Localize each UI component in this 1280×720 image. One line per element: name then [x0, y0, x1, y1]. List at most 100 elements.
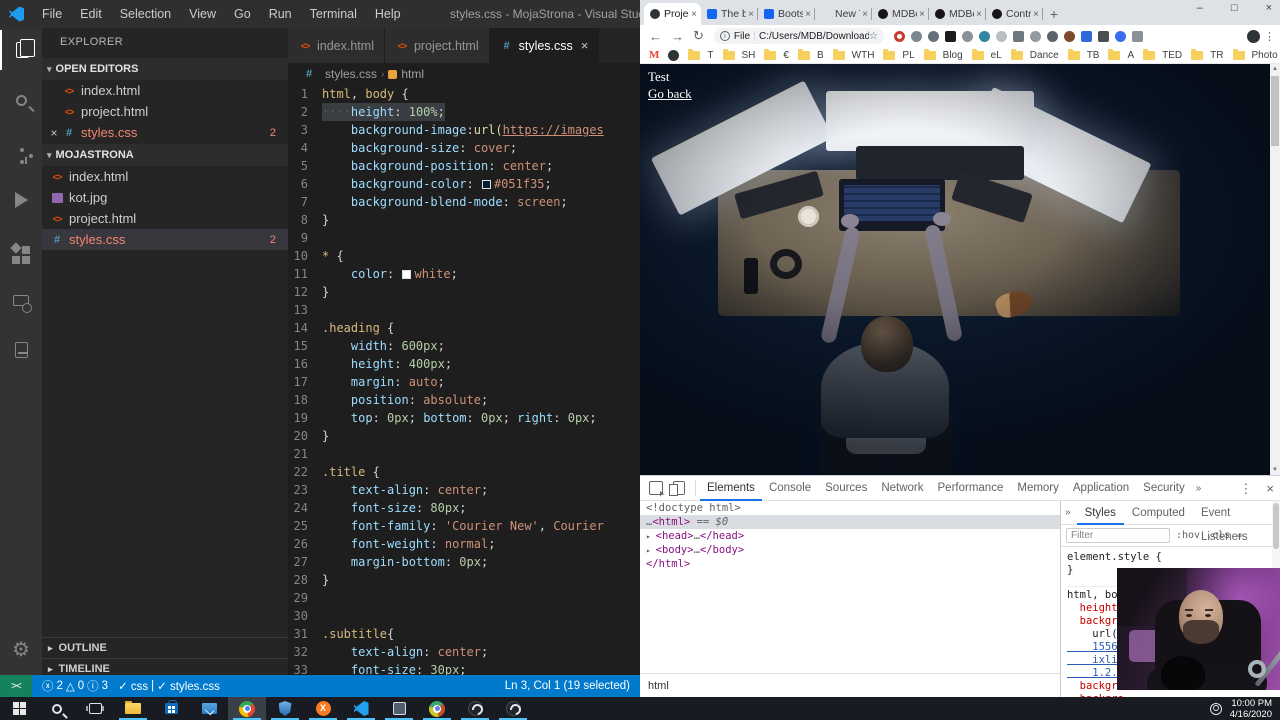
new-style-rule-icon[interactable]: + — [1236, 529, 1243, 543]
extension-icon[interactable] — [979, 31, 990, 42]
extension-icon[interactable] — [928, 31, 939, 42]
close-button[interactable]: × — [1266, 2, 1272, 14]
file-item-styles.css[interactable]: ×#styles.css2 — [42, 122, 288, 143]
taskbar-snip-glass-icon[interactable] — [380, 697, 418, 720]
bookmark-Photo[interactable]: Photo — [1233, 50, 1278, 61]
devtools-tab-console[interactable]: Console — [762, 476, 818, 501]
browser-tab-projekt[interactable]: Projekt× — [644, 3, 701, 25]
bookmark-A[interactable]: A — [1108, 50, 1134, 61]
linter-status[interactable]: ✓ css | ✓ styles.css — [118, 679, 220, 693]
color-swatch[interactable] — [402, 270, 411, 279]
device-toolbar-icon[interactable] — [673, 481, 685, 495]
extension-icon[interactable] — [945, 31, 956, 42]
extension-icon[interactable] — [1064, 31, 1075, 42]
browser-tab-the-be[interactable]: The be× — [701, 3, 758, 25]
scroll-down-arrow[interactable]: ▼ — [1270, 465, 1280, 475]
editor-tab-styles.css[interactable]: #styles.css× — [490, 28, 600, 63]
extension-icon[interactable] — [911, 31, 922, 42]
menu-item-go[interactable]: Go — [226, 3, 259, 25]
taskbar-start-icon[interactable] — [0, 697, 38, 720]
taskbar-mail-icon[interactable] — [190, 697, 228, 720]
bookmark-Blog[interactable]: Blog — [924, 50, 963, 61]
menu-item-view[interactable]: View — [181, 3, 224, 25]
bookmark-Dance[interactable]: Dance — [1011, 50, 1059, 61]
devtools-tabs-overflow[interactable]: » — [1192, 483, 1206, 494]
bookmark-WTH[interactable]: WTH — [833, 50, 875, 61]
tab-close-icon[interactable]: × — [1031, 9, 1039, 20]
reload-button[interactable]: ↻ — [693, 28, 704, 44]
extension-icon[interactable] — [962, 31, 973, 42]
activity-remote-icon[interactable] — [0, 280, 42, 320]
tab-close-icon[interactable]: × — [803, 9, 811, 20]
styles-tab-styles[interactable]: Styles — [1077, 501, 1124, 525]
editor-tab-index.html[interactable]: <>index.html — [288, 28, 385, 63]
devtools-menu-icon[interactable]: ⋮ — [1239, 476, 1252, 501]
extension-icon[interactable] — [1013, 31, 1024, 42]
file-item-index.html[interactable]: <>index.html — [42, 166, 288, 187]
folder-header[interactable]: ▾ MOJASTRONA — [42, 144, 288, 166]
menu-item-terminal[interactable]: Terminal — [302, 3, 365, 25]
browser-menu-icon[interactable]: ⋮ — [1264, 30, 1275, 43]
taskbar-search-icon[interactable] — [38, 697, 76, 720]
tab-close-icon[interactable]: × — [689, 9, 697, 20]
code-editor-area[interactable]: 1html, body {2····height: 100%;3 backgro… — [288, 85, 640, 675]
close-icon[interactable]: × — [581, 38, 589, 53]
menu-item-run[interactable]: Run — [261, 3, 300, 25]
open-editors-header[interactable]: ▾ OPEN EDITORS — [42, 58, 288, 80]
bookmark-star-icon[interactable]: ☆ — [869, 31, 878, 42]
menu-item-file[interactable]: File — [34, 3, 70, 25]
menu-item-selection[interactable]: Selection — [112, 3, 179, 25]
extension-icon[interactable] — [1115, 31, 1126, 42]
devtools-tab-network[interactable]: Network — [874, 476, 930, 501]
profile-avatar[interactable] — [1247, 30, 1260, 43]
devtools-tab-sources[interactable]: Sources — [818, 476, 874, 501]
extension-icon[interactable] — [1030, 31, 1041, 42]
devtools-close-icon[interactable]: × — [1266, 476, 1274, 501]
menu-item-edit[interactable]: Edit — [72, 3, 110, 25]
tab-close-icon[interactable]: × — [917, 9, 925, 20]
extension-icon[interactable] — [1098, 31, 1109, 42]
styles-tab-computed[interactable]: Computed — [1124, 501, 1193, 525]
back-button[interactable]: ← — [649, 29, 662, 44]
tab-close-icon[interactable]: × — [860, 9, 868, 20]
browser-tab-new-tab[interactable]: New Tab× — [815, 3, 872, 25]
activity-search-icon[interactable] — [0, 80, 42, 120]
tab-close-icon[interactable]: × — [974, 9, 982, 20]
tray-obs-icon[interactable] — [1210, 703, 1222, 715]
bookmark-€[interactable]: € — [764, 50, 789, 61]
extension-icon[interactable] — [1081, 31, 1092, 42]
dom-node[interactable]: ▸ <head>…</head> — [640, 529, 1060, 543]
editor-tab-project.html[interactable]: <>project.html — [385, 28, 490, 63]
bookmark-TR[interactable]: TR — [1191, 50, 1223, 61]
extension-icon[interactable] — [1047, 31, 1058, 42]
taskbar-task-view-icon[interactable] — [76, 697, 114, 720]
settings-gear-icon[interactable]: ⚙ — [0, 631, 42, 667]
devtools-tab-memory[interactable]: Memory — [1010, 476, 1066, 501]
taskbar-chrome-2-icon[interactable] — [418, 697, 456, 720]
dom-node[interactable]: <!doctype html> — [640, 501, 1060, 515]
browser-tab-mdbo[interactable]: MDBo× — [872, 3, 929, 25]
minimize-button[interactable]: – — [1197, 2, 1203, 14]
taskbar-vscode-icon[interactable] — [342, 697, 380, 720]
page-info-icon[interactable]: i — [720, 31, 730, 41]
menu-item-help[interactable]: Help — [367, 3, 409, 25]
file-item-styles.css[interactable]: #styles.css2 — [42, 229, 288, 250]
new-tab-button[interactable]: + — [1043, 4, 1065, 24]
scrollbar-thumb[interactable] — [1271, 76, 1279, 146]
styles-filter-input[interactable] — [1066, 528, 1170, 543]
bookmark-T[interactable]: T — [688, 50, 713, 61]
bookmark-B[interactable]: B — [798, 50, 824, 61]
bookmark-globe[interactable] — [668, 50, 679, 61]
taskbar-clock[interactable]: 10:00 PM 4/16/2020 — [1230, 698, 1272, 720]
maximize-button[interactable]: □ — [1231, 2, 1238, 14]
dom-node[interactable]: …<html> == $0 — [640, 515, 1060, 529]
activity-notebook-icon[interactable] — [0, 330, 42, 370]
cursor-position[interactable]: Ln 3, Col 1 (19 selected) — [505, 680, 630, 692]
cls-toggle[interactable]: .cls — [1206, 530, 1230, 541]
extension-icon[interactable] — [1132, 31, 1143, 42]
file-item-project.html[interactable]: <>project.html — [42, 101, 288, 122]
taskbar-store-icon[interactable] — [152, 697, 190, 720]
extension-icon[interactable] — [894, 31, 905, 42]
devtools-tab-security[interactable]: Security — [1136, 476, 1192, 501]
taskbar-chrome-icon[interactable] — [228, 697, 266, 720]
